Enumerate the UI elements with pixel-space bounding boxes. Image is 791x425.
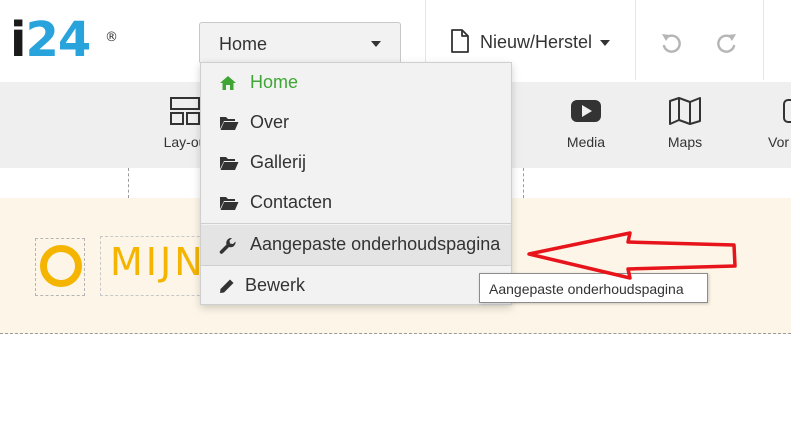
site-logo[interactable] [35, 238, 85, 296]
menu-item-label: Over [250, 112, 290, 132]
folder-open-icon [220, 157, 239, 170]
menu-item-label: Aangepaste onderhoudspagina [250, 234, 501, 254]
menu-item-maintenance-page[interactable]: Aangepaste onderhoudspagina [201, 225, 511, 265]
menu-item-gallerij[interactable]: Gallerij [201, 143, 511, 183]
forms-tool-label: Vor [768, 134, 790, 150]
menu-item-label: Bewerk [245, 275, 306, 295]
tooltip-text: Aangepaste onderhoudspagina [489, 281, 684, 297]
menu-item-home[interactable]: Home [201, 63, 511, 103]
map-icon [669, 97, 701, 125]
page-select-value: Home [219, 34, 268, 54]
media-tool[interactable]: Media [551, 82, 621, 168]
menu-item-label: Contacten [250, 192, 333, 212]
new-restore-label: Nieuw/Herstel [480, 32, 593, 52]
pencil-icon [220, 279, 234, 293]
logo-i: i [10, 12, 26, 68]
menu-item-label: Home [250, 72, 299, 92]
guide-line [523, 168, 524, 198]
folder-open-icon [220, 197, 239, 210]
menu-item-label: Gallerij [250, 152, 307, 172]
guide-line [128, 168, 129, 198]
redo-icon[interactable] [716, 32, 738, 54]
page-menu: Home Over Gallerij Contacten Aangepaste … [200, 62, 512, 305]
maps-tool-label: Maps [667, 134, 703, 150]
maps-tool[interactable]: Maps [650, 82, 720, 168]
logo-ring-icon [40, 245, 82, 287]
layout-icon [170, 97, 200, 125]
i24-logo[interactable]: i24 ® [10, 12, 118, 68]
home-icon [220, 76, 236, 90]
divider [635, 0, 636, 80]
menu-item-over[interactable]: Over [201, 103, 511, 143]
wrench-icon [219, 237, 236, 254]
page-select-dropdown[interactable]: Home [199, 22, 401, 64]
registered-mark: ® [105, 30, 118, 45]
form-icon [783, 99, 791, 123]
divider [763, 0, 764, 80]
folder-open-icon [220, 117, 239, 130]
red-annotation-arrow-icon [527, 231, 737, 280]
logo-24: 24 [25, 12, 91, 68]
chevron-down-icon [600, 40, 610, 46]
video-play-icon [571, 100, 601, 122]
menu-divider [201, 223, 511, 224]
file-icon [451, 29, 469, 53]
chevron-down-icon [371, 41, 381, 47]
media-tool-label: Media [566, 134, 606, 150]
forms-tool[interactable]: Vor [752, 82, 791, 168]
menu-item-bewerk[interactable]: Bewerk [201, 266, 511, 306]
undo-icon[interactable] [660, 32, 682, 54]
menu-item-contacten[interactable]: Contacten [201, 183, 511, 223]
